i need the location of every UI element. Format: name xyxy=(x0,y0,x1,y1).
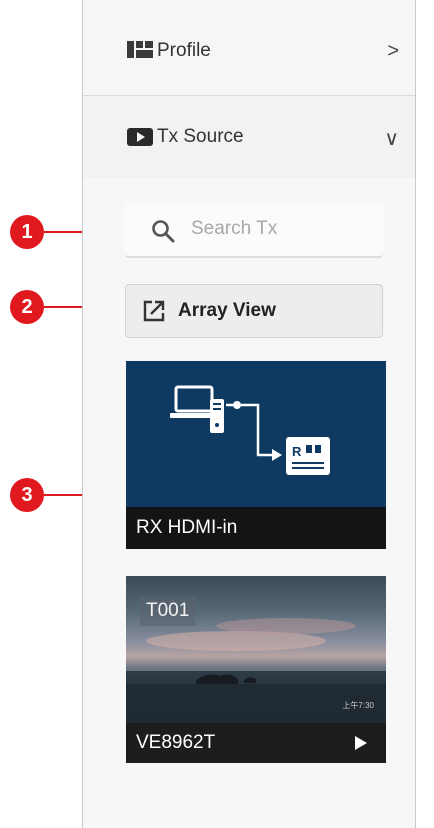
source-tag: T001 xyxy=(140,596,196,626)
chevron-right-icon[interactable]: > xyxy=(387,40,399,63)
sunset-seascape-thumbnail: T001 上午7:30 xyxy=(126,576,386,723)
sidebar-panel: Profile > Tx Source ∨ Search Tx Array Vi… xyxy=(82,0,416,828)
menu-item-profile[interactable]: Profile > xyxy=(83,0,415,96)
tx-source-content: Search Tx Array View R RX HDMI-in T001 上… xyxy=(83,178,415,828)
array-view-label: Array View xyxy=(178,300,276,321)
source-title: RX HDMI-in xyxy=(136,517,238,538)
svg-text:R: R xyxy=(292,444,302,459)
search-icon xyxy=(152,220,175,243)
source-card-footer: RX HDMI-in xyxy=(126,507,386,549)
menu-item-tx-source[interactable]: Tx Source ∨ xyxy=(83,96,415,178)
array-view-button[interactable]: Array View xyxy=(125,284,383,338)
callout-2: 2 xyxy=(10,290,44,324)
source-title: VE8962T xyxy=(136,732,216,753)
callout-3: 3 xyxy=(10,478,44,512)
chevron-down-icon[interactable]: ∨ xyxy=(384,126,399,151)
source-card-ve8962t[interactable]: T001 上午7:30 VE8962T xyxy=(126,576,386,763)
search-tx-input[interactable]: Search Tx xyxy=(125,202,383,258)
source-card-footer: VE8962T xyxy=(126,723,386,763)
thumbnail-timestamp: 上午7:30 xyxy=(342,701,374,710)
source-card-rx-hdmi[interactable]: R RX HDMI-in xyxy=(126,361,386,549)
callout-1: 1 xyxy=(10,215,44,249)
menu-item-profile-label: Profile xyxy=(157,40,211,61)
rx-hdmi-illustration: R xyxy=(170,385,330,475)
external-link-icon xyxy=(143,300,165,322)
play-icon[interactable] xyxy=(354,735,368,751)
video-play-icon xyxy=(127,128,153,146)
search-placeholder: Search Tx xyxy=(191,218,278,239)
menu-item-tx-source-label: Tx Source xyxy=(157,126,244,147)
profile-icon xyxy=(127,41,153,58)
